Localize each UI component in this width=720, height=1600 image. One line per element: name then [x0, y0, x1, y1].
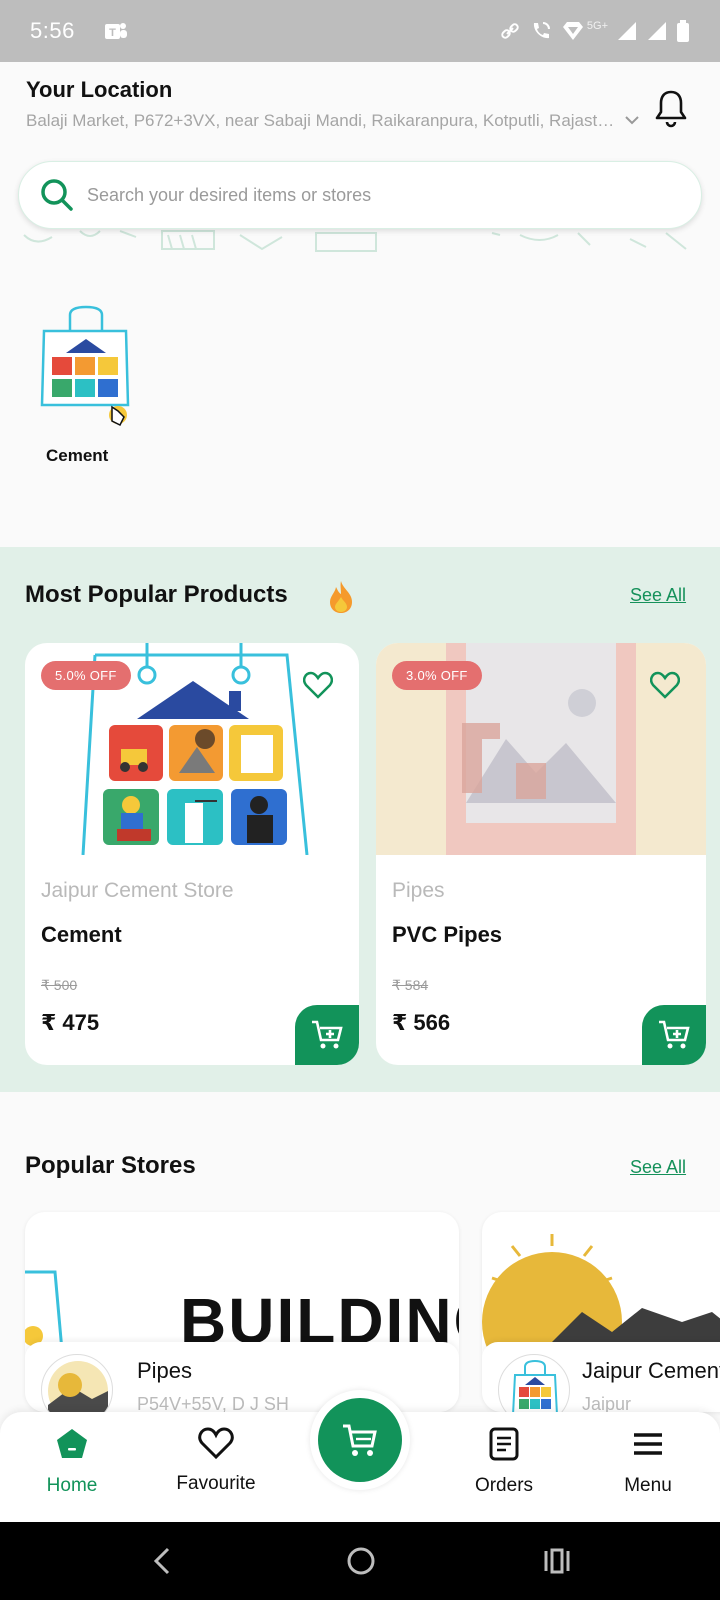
popular-products-section: Most Popular Products See All 5.0% OFF J…: [0, 547, 720, 1092]
search-bar[interactable]: [18, 161, 702, 229]
nav-favourite[interactable]: Favourite: [156, 1426, 276, 1495]
system-navigation-bar: [0, 1522, 720, 1600]
nav-home[interactable]: Home: [12, 1426, 132, 1497]
store-info: Jaipur Cement Store Jaipur: [482, 1342, 720, 1412]
home-icon: [57, 1429, 87, 1458]
product-card-pvc-pipes[interactable]: 3.0% OFF Pipes PVC Pipes ₹ 584 ₹ 566: [376, 643, 706, 1065]
add-cart-icon: [312, 1020, 343, 1049]
nav-menu-label: Menu: [624, 1475, 672, 1496]
product-price: ₹ 566: [392, 1010, 451, 1035]
nav-menu[interactable]: Menu: [588, 1426, 708, 1497]
home-circle-icon[interactable]: [346, 1546, 376, 1576]
category-label: Cement: [46, 446, 109, 465]
cart-fab-button[interactable]: [310, 1390, 410, 1490]
search-area: [0, 157, 720, 267]
discount-badge: 3.0% OFF: [392, 661, 482, 690]
search-input[interactable]: [87, 184, 647, 206]
store-card-pipes[interactable]: BUILDING Pipes P54V+55V, D J SH: [25, 1212, 459, 1412]
status-bar: 5:56 T 5G+: [0, 0, 720, 62]
signal-icon: [618, 22, 636, 40]
nav-favourite-label: Favourite: [176, 1473, 256, 1494]
discount-badge: 5.0% OFF: [41, 661, 131, 690]
store-name: Jaipur Cement Store: [582, 1358, 720, 1383]
search-icon: [41, 179, 73, 211]
store-card-jaipur-cement[interactable]: Jaipur Cement Store Jaipur: [482, 1212, 720, 1412]
store-name: Pipes: [137, 1358, 193, 1383]
product-old-price: ₹ 584: [392, 977, 429, 993]
location-address[interactable]: Balaji Market, P672+3VX, near Sabaji Man…: [26, 111, 622, 131]
product-store: Jaipur Cement Store: [41, 879, 234, 902]
store-address: P54V+55V, D J SH: [137, 1394, 289, 1412]
see-all-stores-link[interactable]: See All: [630, 1157, 686, 1178]
back-icon[interactable]: [150, 1546, 174, 1576]
see-all-products-link[interactable]: See All: [630, 585, 686, 606]
store-banner: [482, 1234, 720, 1352]
store-info: Pipes P54V+55V, D J SH: [25, 1342, 459, 1412]
product-old-price: ₹ 500: [41, 977, 78, 993]
category-item-cement[interactable]: [40, 305, 160, 432]
heart-icon: [198, 1427, 234, 1460]
product-price: ₹ 475: [41, 1010, 100, 1035]
section-title-popular-products: Most Popular Products: [25, 581, 288, 608]
product-name: PVC Pipes: [392, 922, 503, 947]
add-to-cart-button[interactable]: [295, 1005, 359, 1065]
product-name: Cement: [41, 922, 122, 947]
fire-icon: [330, 581, 352, 613]
status-time: 5:56: [30, 18, 75, 43]
section-title-popular-stores: Popular Stores: [25, 1152, 196, 1179]
location-header: Your Location Balaji Market, P672+3VX, n…: [0, 62, 720, 157]
wifi-call-icon: [533, 22, 550, 39]
bell-icon[interactable]: [652, 88, 690, 128]
nav-orders-label: Orders: [474, 1475, 534, 1496]
category-cement-icon: [40, 305, 130, 427]
battery-icon: [677, 20, 689, 42]
store-avatar: [41, 1354, 113, 1412]
cart-icon: [343, 1424, 377, 1456]
menu-icon: [634, 1433, 662, 1455]
teams-icon: T: [104, 23, 127, 39]
heart-icon[interactable]: [303, 671, 333, 699]
store-avatar: [498, 1354, 570, 1412]
product-card-cement[interactable]: 5.0% OFF Jaipur Cement Store Cement ₹ 50…: [25, 643, 359, 1065]
add-cart-icon: [659, 1020, 690, 1049]
nav-home-label: Home: [46, 1475, 98, 1496]
add-to-cart-button[interactable]: [642, 1005, 706, 1065]
signal-diamond-icon: [562, 22, 583, 40]
svg-text:T: T: [109, 27, 116, 39]
network-type: 5G+: [586, 20, 608, 32]
heart-icon[interactable]: [650, 671, 680, 699]
link-icon: [501, 23, 519, 39]
cart-fab-inner: [318, 1398, 402, 1482]
signal-icon-2: [648, 22, 666, 40]
chevron-down-icon[interactable]: [624, 112, 640, 128]
doodle-decoration: [23, 230, 687, 252]
status-icons: 5G+: [499, 19, 690, 43]
orders-icon: [489, 1427, 519, 1461]
nav-orders[interactable]: Orders: [444, 1426, 564, 1497]
product-store: Pipes: [392, 879, 445, 902]
store-address: Jaipur: [582, 1394, 632, 1412]
recents-icon[interactable]: [542, 1546, 572, 1576]
location-title: Your Location: [26, 77, 173, 102]
